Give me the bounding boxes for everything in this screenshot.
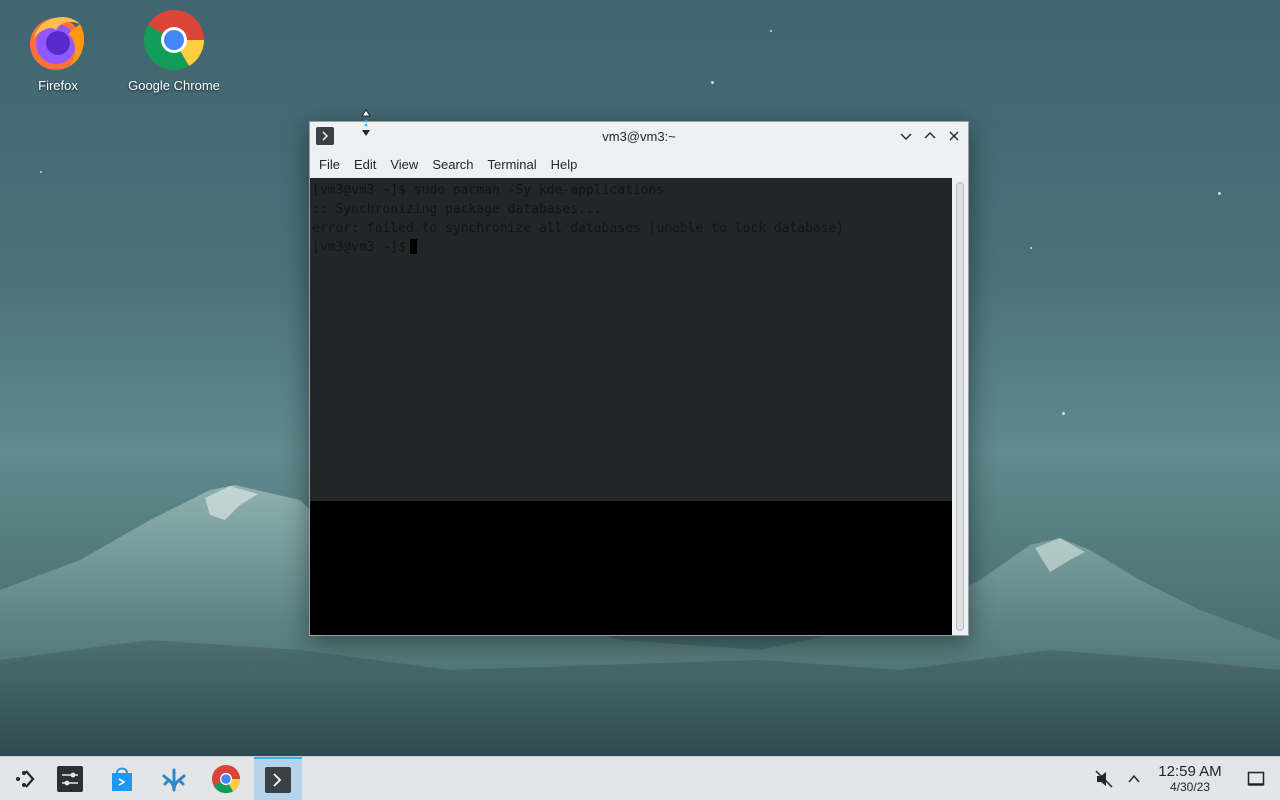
clock-date: 4/30/23 bbox=[1169, 780, 1211, 794]
close-icon bbox=[949, 131, 959, 141]
terminal-line: [vm3@vm3 ~]$ sudo pacman -Sy kde-applica… bbox=[312, 183, 665, 198]
window-titlebar[interactable]: vm3@vm3:~ bbox=[310, 122, 968, 150]
terminal-scrollbar[interactable] bbox=[952, 178, 968, 635]
konsole-icon bbox=[265, 767, 291, 793]
taskbar-google-chrome[interactable] bbox=[202, 757, 250, 800]
scrollbar-thumb[interactable] bbox=[956, 182, 964, 631]
application-launcher-icon bbox=[16, 770, 35, 788]
chevron-up-icon bbox=[1128, 774, 1140, 783]
show-desktop-icon bbox=[1247, 771, 1265, 786]
menu-edit[interactable]: Edit bbox=[348, 154, 382, 175]
show-desktop-button[interactable] bbox=[1232, 757, 1280, 800]
terminal-prompt-line: [vm3@vm3 ~]$ bbox=[312, 238, 950, 257]
maximize-button[interactable] bbox=[920, 126, 940, 146]
taskbar: 12:59 AM 4/30/23 bbox=[0, 756, 1280, 800]
chevron-up-icon bbox=[924, 132, 936, 139]
chevron-down-icon bbox=[900, 133, 912, 140]
desktop-icon-firefox[interactable]: Firefox bbox=[3, 8, 113, 93]
discover-icon bbox=[112, 767, 132, 791]
menu-file[interactable]: File bbox=[313, 154, 346, 175]
konsole-icon[interactable] bbox=[316, 127, 334, 145]
resize-cursor-icon bbox=[361, 109, 371, 136]
system-settings-icon bbox=[57, 766, 83, 792]
menu-help[interactable]: Help bbox=[545, 154, 584, 175]
terminal-area[interactable]: [vm3@vm3 ~]$ sudo pacman -Sy kde-applica… bbox=[310, 178, 952, 635]
text-cursor bbox=[409, 239, 417, 254]
menubar: File Edit View Search Terminal Help bbox=[310, 152, 968, 176]
clock-time: 12:59 AM bbox=[1158, 763, 1222, 780]
desktop-icon-label: Google Chrome bbox=[128, 78, 220, 93]
terminal-window: vm3@vm3:~ File Edit View Search Terminal… bbox=[309, 121, 969, 636]
taskbar-plasma[interactable] bbox=[150, 757, 198, 800]
terminal-prompt: [vm3@vm3 ~]$ bbox=[312, 240, 406, 255]
terminal-line: :: Synchronizing package databases... bbox=[312, 202, 602, 217]
window-title: vm3@vm3:~ bbox=[602, 128, 676, 144]
chrome-icon bbox=[143, 10, 204, 71]
plasma-icon bbox=[162, 768, 186, 792]
terminal-output[interactable]: [vm3@vm3 ~]$ sudo pacman -Sy kde-applica… bbox=[310, 178, 952, 501]
firefox-icon bbox=[30, 16, 85, 70]
desktop-icon-google-chrome[interactable]: Google Chrome bbox=[119, 8, 229, 93]
menu-view[interactable]: View bbox=[384, 154, 424, 175]
chrome-icon bbox=[211, 764, 241, 794]
menu-terminal[interactable]: Terminal bbox=[482, 154, 543, 175]
terminal-line: error: failed to synchronize all databas… bbox=[312, 221, 845, 236]
minimize-button[interactable] bbox=[896, 126, 916, 146]
menu-search[interactable]: Search bbox=[426, 154, 479, 175]
desktop-icon-label: Firefox bbox=[38, 78, 78, 93]
close-button[interactable] bbox=[944, 126, 964, 146]
application-launcher-button[interactable] bbox=[0, 757, 48, 800]
taskbar-system-settings[interactable] bbox=[46, 757, 94, 800]
taskbar-konsole[interactable] bbox=[254, 757, 302, 800]
taskbar-discover[interactable] bbox=[98, 757, 146, 800]
digital-clock[interactable]: 12:59 AM 4/30/23 bbox=[1150, 763, 1230, 794]
